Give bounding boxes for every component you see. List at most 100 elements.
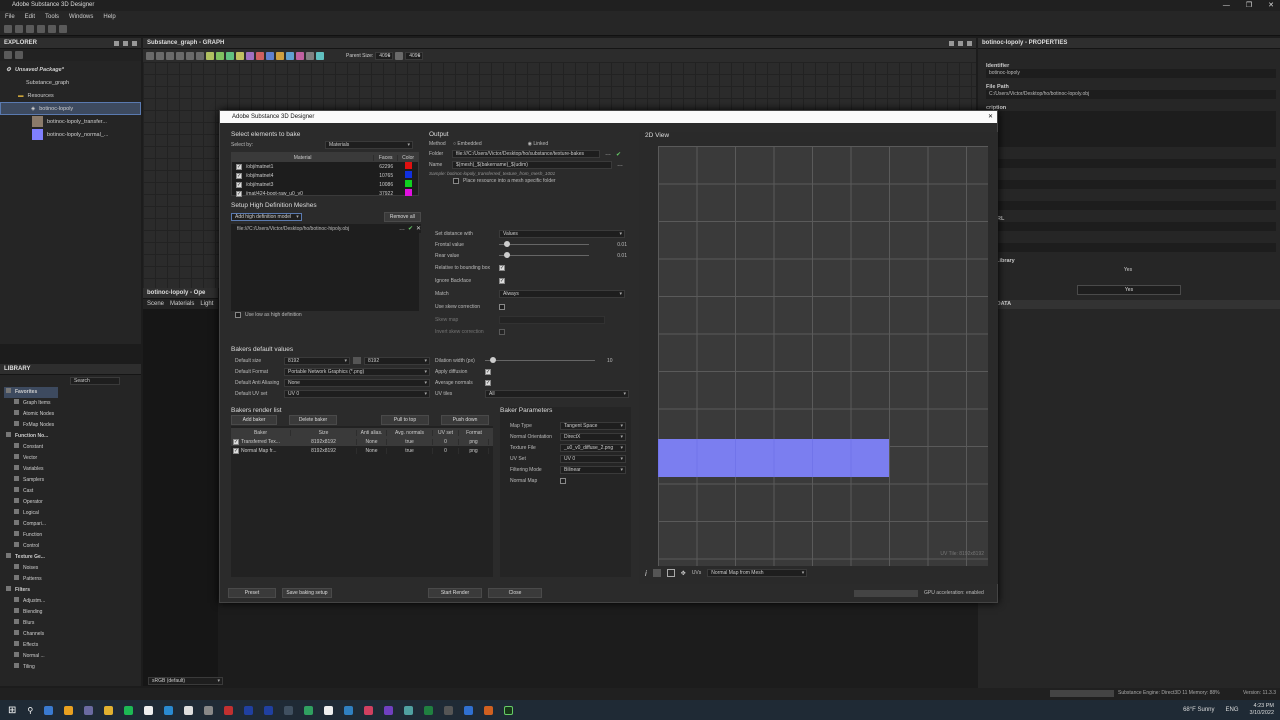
metadata-header[interactable]: ETADATA: [978, 300, 1280, 309]
size-b-dropdown[interactable]: 8192: [364, 356, 430, 365]
save-icon[interactable]: [26, 24, 34, 33]
remove-icon[interactable]: ✕: [416, 225, 421, 232]
library-item[interactable]: Noises: [4, 563, 141, 574]
notion-icon[interactable]: [144, 705, 154, 715]
node-icon[interactable]: [286, 51, 294, 60]
push-down-button[interactable]: Push down: [441, 415, 489, 425]
app-icon[interactable]: [464, 705, 474, 715]
pin-icon[interactable]: [114, 40, 119, 46]
fit-icon[interactable]: [666, 569, 675, 577]
param-value[interactable]: DirectX: [560, 432, 626, 441]
node-icon[interactable]: [316, 51, 324, 60]
app-icon[interactable]: [484, 705, 494, 715]
lights-menu[interactable]: Light: [200, 301, 213, 307]
tool-icon[interactable]: [146, 51, 154, 60]
close-icon[interactable]: [132, 40, 137, 46]
info-icon[interactable]: i: [645, 569, 647, 578]
library-item[interactable]: Control: [4, 541, 141, 552]
app-icon[interactable]: [324, 705, 334, 715]
label-field[interactable]: [986, 180, 1276, 189]
tree-graph[interactable]: Substance_graph: [0, 76, 141, 89]
new-icon[interactable]: [4, 24, 12, 33]
tool-icon[interactable]: [156, 51, 164, 60]
app-icon[interactable]: [304, 705, 314, 715]
save-setup-button[interactable]: Save baking setup: [282, 588, 332, 598]
library-item[interactable]: Normal ...: [4, 651, 141, 662]
library-item[interactable]: Blending: [4, 607, 141, 618]
slider-handle[interactable]: [490, 357, 496, 363]
tool-icon[interactable]: [176, 51, 184, 60]
skew-map-field[interactable]: [499, 315, 605, 324]
material-row[interactable]: ✓/obj/matnet4 10765: [232, 171, 418, 180]
rear-value[interactable]: 0.01: [617, 253, 627, 259]
material-row[interactable]: ✓/obj/matnet1 62296: [232, 162, 418, 171]
library-item[interactable]: FxMap Nodes: [4, 420, 141, 431]
baker-row[interactable]: ✓ Transferred Tex... 8192x8192 None true 0 png: [231, 437, 493, 446]
default-aa-dropdown[interactable]: None: [284, 378, 430, 387]
average-normals-checkbox[interactable]: ✓: [485, 379, 491, 386]
browse-icon[interactable]: …: [605, 151, 611, 157]
param-value[interactable]: Bilinear: [560, 465, 626, 474]
uvs-dropdown[interactable]: Normal Map from Mesh: [707, 569, 808, 577]
library-item[interactable]: Blurs: [4, 618, 141, 629]
ignore-backface-checkbox[interactable]: ✓: [499, 278, 505, 284]
library-item[interactable]: Patterns: [4, 574, 141, 585]
start-render-button[interactable]: Start Render: [428, 588, 482, 598]
library-item[interactable]: Constant: [4, 442, 141, 453]
library-item[interactable]: Vector: [4, 453, 141, 464]
param-value[interactable]: Tangent Space: [560, 421, 626, 430]
embedded-radio[interactable]: ○ Embedded: [453, 141, 482, 147]
tree-item-normal[interactable]: botinoc-lopoly_normal_...: [0, 128, 141, 141]
dialog-close-icon[interactable]: ✕: [988, 111, 993, 123]
library-item[interactable]: Graph Items: [4, 398, 141, 409]
material-checkbox[interactable]: ✓: [232, 172, 246, 179]
tool-icon[interactable]: [166, 51, 174, 60]
yes-dropdown[interactable]: Yes: [1077, 285, 1181, 295]
undo-icon[interactable]: [48, 24, 56, 33]
library-item[interactable]: Favorites: [4, 387, 58, 398]
library-item[interactable]: Texture Ge...: [4, 552, 141, 563]
frontal-value[interactable]: 0.01: [617, 242, 627, 248]
check-icon[interactable]: ✔: [408, 225, 413, 232]
weather-widget[interactable]: 68°F Sunny: [1183, 707, 1214, 713]
move-icon[interactable]: ✥: [681, 570, 686, 577]
app-icon[interactable]: [344, 705, 354, 715]
material-checkbox[interactable]: ✓: [232, 163, 246, 170]
node-icon[interactable]: [206, 51, 214, 60]
uv-tiles-dropdown[interactable]: All: [485, 389, 629, 398]
spotify-icon[interactable]: [124, 705, 134, 715]
app-icon[interactable]: [44, 705, 54, 715]
save-all-icon[interactable]: [37, 24, 45, 33]
new-package-icon[interactable]: [4, 51, 12, 59]
remove-all-button[interactable]: Remove all: [383, 212, 421, 222]
category-field[interactable]: [986, 159, 1276, 168]
open-package-icon[interactable]: [15, 51, 23, 59]
select-by-dropdown[interactable]: Materials: [325, 141, 413, 149]
close-icon[interactable]: ✕: [1268, 0, 1274, 11]
library-item[interactable]: Tiling: [4, 662, 141, 673]
user-data-field[interactable]: [986, 243, 1276, 252]
parent-size-x[interactable]: 4096: [375, 51, 394, 60]
close-icon[interactable]: [967, 40, 972, 46]
link-icon[interactable]: [395, 51, 404, 60]
library-item[interactable]: Operator: [4, 497, 141, 508]
uv-grid[interactable]: [658, 146, 988, 566]
designer-icon[interactable]: [504, 705, 514, 715]
delete-baker-button[interactable]: Delete baker: [289, 415, 337, 425]
more-icon[interactable]: …: [399, 226, 405, 232]
rear-slider[interactable]: [499, 252, 589, 258]
author-url-field[interactable]: [986, 222, 1276, 231]
lightroom-classic-icon[interactable]: [264, 705, 274, 715]
app-icon[interactable]: [404, 705, 414, 715]
node-icon[interactable]: [256, 51, 264, 60]
node-icon[interactable]: [276, 51, 284, 60]
material-row[interactable]: ✓/mat/424-boot-raw_u0_v0 37922: [232, 189, 418, 198]
normal-map-checkbox[interactable]: [560, 477, 566, 484]
author-field[interactable]: [986, 201, 1276, 210]
material-checkbox[interactable]: ✓: [232, 190, 246, 197]
windows-start-icon[interactable]: ⊞: [8, 705, 16, 716]
node-icon[interactable]: [296, 51, 304, 60]
baker-row[interactable]: ✓ Normal Map fr... 8192x8192 None true 0 png: [231, 446, 493, 455]
name-field[interactable]: $(mesh)_$(bakername)_$(udim): [452, 161, 612, 169]
minimize-icon[interactable]: —: [1223, 0, 1230, 11]
